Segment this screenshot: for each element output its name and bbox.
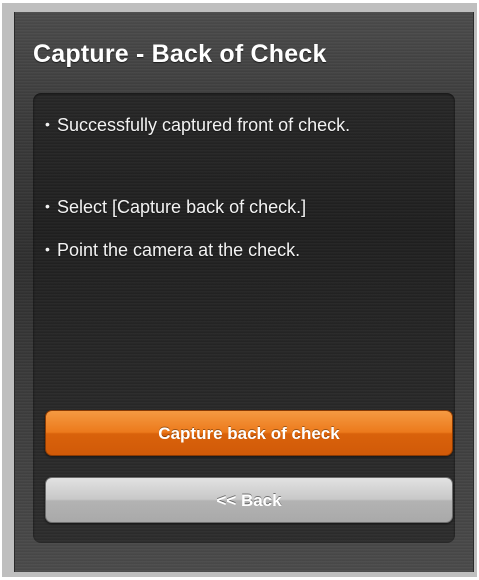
bullet-icon: • (45, 241, 50, 257)
instruction-text: Point the camera at the check. (57, 240, 301, 260)
instruction-item: • Select [Capture back of check.] (45, 197, 306, 218)
device-frame: Capture - Back of Check • Successfully ca… (2, 3, 477, 577)
page-title: Capture - Back of Check (33, 40, 327, 68)
instruction-item: • Successfully captured front of check. (45, 115, 350, 136)
instruction-panel: • Successfully captured front of check. •… (33, 93, 455, 543)
back-button[interactable]: << Back (45, 477, 453, 523)
bullet-icon: • (45, 116, 50, 132)
instruction-text: Successfully captured front of check. (57, 115, 351, 135)
instruction-item: • Point the camera at the check. (45, 240, 300, 261)
app-screen: Capture - Back of Check • Successfully ca… (14, 12, 474, 572)
bullet-icon: • (45, 198, 50, 214)
capture-back-button[interactable]: Capture back of check (45, 410, 453, 456)
instruction-text: Select [Capture back of check.] (57, 197, 307, 217)
